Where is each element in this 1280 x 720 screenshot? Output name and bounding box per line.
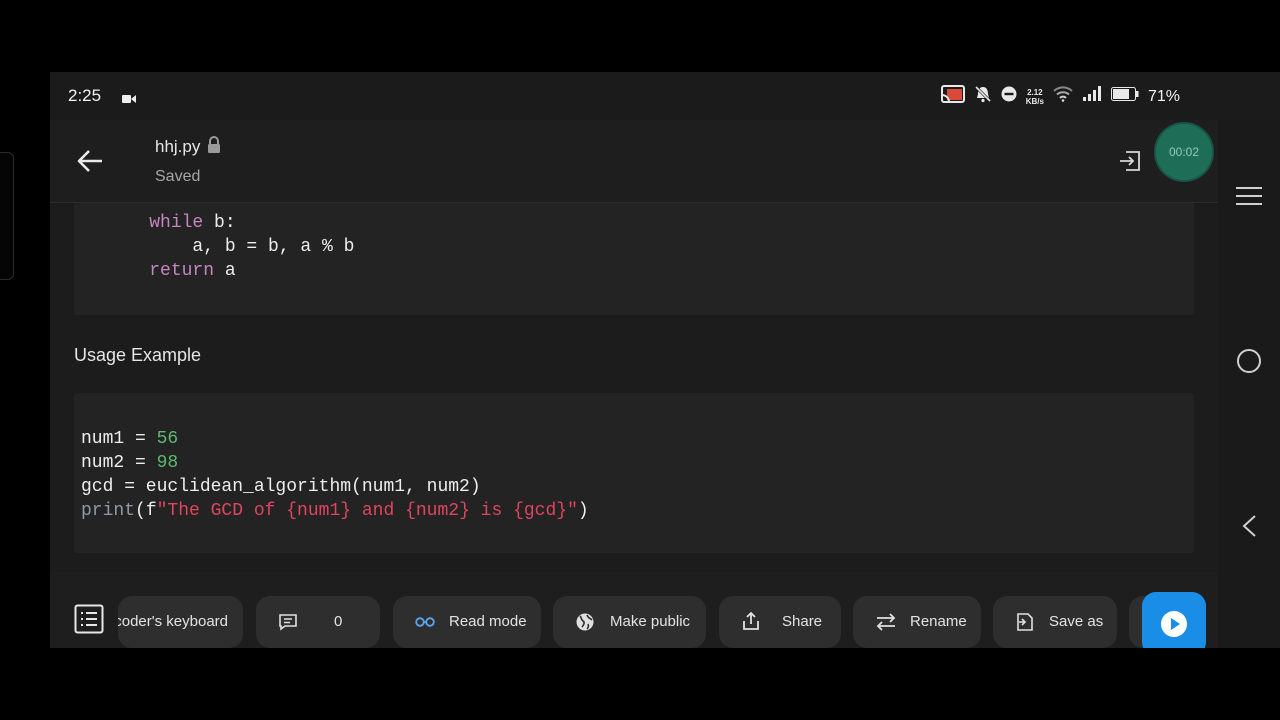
status-time: 2:25	[68, 86, 102, 105]
share-chip[interactable]: Share	[719, 596, 841, 648]
rename-label: Rename	[910, 613, 967, 630]
read-mode-label: Read mode	[449, 613, 527, 630]
glasses-icon	[415, 616, 435, 628]
status-bar: 2:25 2.12 KB/s 71%	[50, 72, 1280, 120]
code-token: a	[214, 261, 236, 281]
exit-icon	[1120, 151, 1140, 171]
read-mode-chip[interactable]: Read mode	[393, 596, 541, 648]
code-line: gcd = euclidean_algorithm(num1, num2)	[81, 475, 1194, 499]
back-arrow-icon	[77, 150, 102, 172]
edge-handle	[0, 152, 14, 280]
code-line: num2 = 98	[81, 451, 1194, 475]
code-block-function: while b: a, b = b, a % b return a	[74, 203, 1194, 315]
comment-icon	[278, 613, 298, 631]
code-line: num1 = 56	[81, 427, 1194, 451]
bottom-toolbar: coder's keyboard 0 Read mode Make public	[50, 572, 1218, 648]
code-block-usage: num1 = 56 num2 = 98 gcd = euclidean_algori…	[74, 393, 1194, 553]
rename-chip[interactable]: Rename	[853, 596, 981, 648]
status-icons: 2.12 KB/s 71%	[940, 85, 1180, 108]
lock-icon	[206, 136, 222, 158]
app-bar: hhj.py Saved	[50, 120, 1218, 203]
code-line: print(f"The GCD of {num1} and {num2} is …	[81, 499, 1194, 523]
code-token: )	[577, 501, 589, 521]
cast-icon	[940, 85, 965, 108]
save-as-icon	[1015, 612, 1035, 632]
net-speed-unit: KB/s	[1025, 96, 1044, 106]
phone-screen: 2:25 2.12 KB/s 71% hhj.py Saved 00:02 wh…	[50, 72, 1280, 648]
code-token: num2 =	[81, 453, 157, 473]
section-title-usage: Usage Example	[74, 345, 202, 365]
coders-keyboard-chip[interactable]: coder's keyboard	[118, 596, 243, 648]
code-token: (f	[135, 501, 157, 521]
network-speed: 2.12 KB/s	[1026, 88, 1044, 106]
code-token: 56	[156, 429, 179, 449]
back-button[interactable]	[76, 148, 104, 174]
battery-percent: 71%	[1147, 87, 1180, 105]
save-status: Saved	[155, 168, 201, 185]
code-token: gcd = euclidean_algorithm(num1, num2)	[81, 477, 481, 497]
save-as-chip[interactable]: Save as	[993, 596, 1117, 648]
keyboard-list-icon	[74, 604, 104, 634]
play-icon	[1161, 611, 1187, 637]
comments-chip[interactable]: 0	[256, 596, 380, 648]
chevron-left-icon	[1242, 515, 1256, 537]
code-line: while b:	[106, 211, 1194, 235]
code-text-usage[interactable]: num1 = 56 num2 = 98 gcd = euclidean_algori…	[74, 393, 1194, 523]
signal-icon	[1082, 86, 1102, 107]
code-token: while	[149, 213, 204, 233]
hamburger-icon	[1236, 187, 1262, 205]
code-token: num1 =	[81, 429, 157, 449]
mute-bell-icon	[974, 85, 992, 108]
home-nav-button[interactable]	[1236, 348, 1262, 379]
file-name: hhj.py	[155, 137, 201, 156]
share-icon	[741, 611, 761, 631]
swap-arrows-icon	[875, 612, 897, 632]
save-as-label: Save as	[1049, 613, 1104, 630]
do-not-disturb-icon	[1001, 86, 1017, 107]
code-token: print	[81, 501, 136, 521]
video-camera-icon	[122, 91, 136, 109]
net-speed-value: 2.12	[1027, 87, 1043, 97]
recording-timer[interactable]: 00:02	[1156, 124, 1212, 180]
comments-count: 0	[334, 613, 343, 630]
globe-icon	[575, 612, 595, 632]
coders-keyboard-label: coder's keyboard	[118, 613, 228, 630]
file-title: hhj.py	[155, 136, 222, 158]
make-public-chip[interactable]: Make public	[553, 596, 706, 648]
wifi-icon	[1053, 86, 1073, 107]
keyboard-toggle-button[interactable]	[74, 604, 104, 639]
menu-nav-button[interactable]	[1236, 186, 1262, 211]
back-nav-button[interactable]	[1240, 514, 1258, 543]
code-token: return	[149, 261, 215, 281]
code-token: "The GCD of {num1} and {num2} is {gcd}"	[156, 501, 578, 521]
home-circle-icon	[1237, 349, 1261, 373]
system-navigation	[1218, 120, 1280, 648]
code-token: 98	[156, 453, 179, 473]
code-token: b:	[203, 213, 236, 233]
battery-icon	[1110, 87, 1139, 106]
editor-content: while b: a, b = b, a % b return a Usage …	[50, 203, 1218, 572]
code-line: return a	[106, 259, 1194, 283]
code-text-function[interactable]: while b: a, b = b, a % b return a	[74, 203, 1194, 283]
code-token: a, b = b, a % b	[106, 237, 355, 257]
code-line: a, b = b, a % b	[106, 235, 1194, 259]
run-button[interactable]	[1142, 592, 1206, 648]
share-label: Share	[782, 613, 823, 630]
make-public-label: Make public	[610, 613, 691, 630]
exit-button[interactable]	[1118, 149, 1142, 178]
